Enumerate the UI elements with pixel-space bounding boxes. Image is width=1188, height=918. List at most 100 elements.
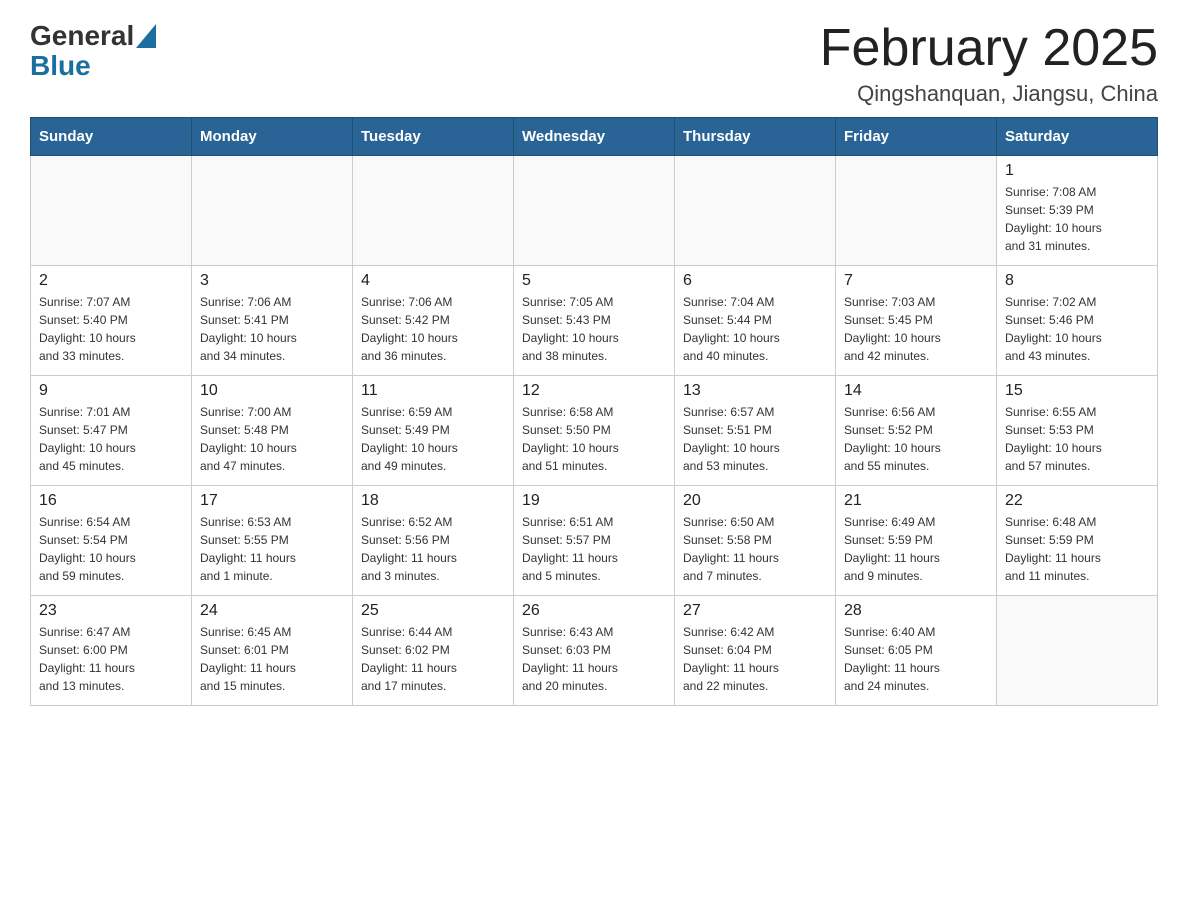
calendar-day-cell: 20Sunrise: 6:50 AM Sunset: 5:58 PM Dayli… [675, 486, 836, 596]
day-info: Sunrise: 6:52 AM Sunset: 5:56 PM Dayligh… [361, 513, 505, 585]
day-info: Sunrise: 6:44 AM Sunset: 6:02 PM Dayligh… [361, 623, 505, 695]
page-header: General Blue February 2025 Qingshanquan,… [30, 20, 1158, 107]
day-number: 7 [844, 272, 988, 290]
day-number: 1 [1005, 162, 1149, 180]
day-info: Sunrise: 7:02 AM Sunset: 5:46 PM Dayligh… [1005, 293, 1149, 365]
day-number: 10 [200, 382, 344, 400]
calendar-day-cell [836, 156, 997, 266]
logo-blue-text: Blue [30, 50, 91, 82]
calendar-day-cell: 3 Sunrise: 7:06 AM Sunset: 5:41 PM Daylig… [192, 266, 353, 376]
calendar-week-row: 23 Sunrise: 6:47 AM Sunset: 6:00 PM Dayli… [31, 596, 1158, 706]
day-number: 8 [1005, 272, 1149, 290]
day-info: Sunrise: 6:55 AM Sunset: 5:53 PM Dayligh… [1005, 403, 1149, 475]
calendar-day-cell: 12 Sunrise: 6:58 AM Sunset: 5:50 PM Dayli… [514, 376, 675, 486]
day-info: Sunrise: 7:06 AM Sunset: 5:42 PM Dayligh… [361, 293, 505, 365]
day-number: 15 [1005, 382, 1149, 400]
day-number: 4 [361, 272, 505, 290]
calendar-day-cell: 16 Sunrise: 6:54 AM Sunset: 5:54 PM Dayli… [31, 486, 192, 596]
calendar-day-cell: 19 Sunrise: 6:51 AM Sunset: 5:57 PM Dayli… [514, 486, 675, 596]
day-info: Sunrise: 6:57 AM Sunset: 5:51 PM Dayligh… [683, 403, 827, 475]
calendar-day-cell: 15 Sunrise: 6:55 AM Sunset: 5:53 PM Dayli… [997, 376, 1158, 486]
calendar-day-cell: 17 Sunrise: 6:53 AM Sunset: 5:55 PM Dayli… [192, 486, 353, 596]
day-number: 23 [39, 602, 183, 620]
day-info: Sunrise: 6:47 AM Sunset: 6:00 PM Dayligh… [39, 623, 183, 695]
day-number: 14 [844, 382, 988, 400]
calendar-day-cell: 8 Sunrise: 7:02 AM Sunset: 5:46 PM Daylig… [997, 266, 1158, 376]
calendar-day-cell: 27 Sunrise: 6:42 AM Sunset: 6:04 PM Dayli… [675, 596, 836, 706]
calendar-day-cell [997, 596, 1158, 706]
day-info: Sunrise: 7:06 AM Sunset: 5:41 PM Dayligh… [200, 293, 344, 365]
calendar-day-cell [192, 156, 353, 266]
day-info: Sunrise: 6:48 AM Sunset: 5:59 PM Dayligh… [1005, 513, 1149, 585]
day-number: 19 [522, 492, 666, 510]
calendar-day-cell: 26 Sunrise: 6:43 AM Sunset: 6:03 PM Dayli… [514, 596, 675, 706]
calendar-day-cell: 23 Sunrise: 6:47 AM Sunset: 6:00 PM Dayli… [31, 596, 192, 706]
day-info: Sunrise: 6:40 AM Sunset: 6:05 PM Dayligh… [844, 623, 988, 695]
calendar-day-header: Tuesday [353, 118, 514, 156]
calendar-day-cell: 4 Sunrise: 7:06 AM Sunset: 5:42 PM Daylig… [353, 266, 514, 376]
logo-triangle-icon [136, 24, 156, 48]
calendar-day-header: Wednesday [514, 118, 675, 156]
calendar-day-cell [514, 156, 675, 266]
day-number: 26 [522, 602, 666, 620]
day-info: Sunrise: 7:04 AM Sunset: 5:44 PM Dayligh… [683, 293, 827, 365]
day-info: Sunrise: 6:58 AM Sunset: 5:50 PM Dayligh… [522, 403, 666, 475]
calendar-day-cell: 18Sunrise: 6:52 AM Sunset: 5:56 PM Dayli… [353, 486, 514, 596]
calendar-day-cell [353, 156, 514, 266]
day-number: 28 [844, 602, 988, 620]
day-number: 17 [200, 492, 344, 510]
day-number: 16 [39, 492, 183, 510]
calendar-day-header: Friday [836, 118, 997, 156]
day-number: 3 [200, 272, 344, 290]
day-info: Sunrise: 7:07 AM Sunset: 5:40 PM Dayligh… [39, 293, 183, 365]
logo: General Blue [30, 20, 156, 82]
location-text: Qingshanquan, Jiangsu, China [820, 81, 1158, 107]
day-number: 5 [522, 272, 666, 290]
calendar-day-cell: 6 Sunrise: 7:04 AM Sunset: 5:44 PM Daylig… [675, 266, 836, 376]
day-info: Sunrise: 7:08 AM Sunset: 5:39 PM Dayligh… [1005, 183, 1149, 255]
day-info: Sunrise: 7:01 AM Sunset: 5:47 PM Dayligh… [39, 403, 183, 475]
day-number: 2 [39, 272, 183, 290]
calendar-day-cell: 9 Sunrise: 7:01 AM Sunset: 5:47 PM Daylig… [31, 376, 192, 486]
day-number: 12 [522, 382, 666, 400]
day-number: 22 [1005, 492, 1149, 510]
calendar-day-cell: 10 Sunrise: 7:00 AM Sunset: 5:48 PM Dayli… [192, 376, 353, 486]
day-number: 11 [361, 382, 505, 400]
day-info: Sunrise: 6:59 AM Sunset: 5:49 PM Dayligh… [361, 403, 505, 475]
day-info: Sunrise: 6:54 AM Sunset: 5:54 PM Dayligh… [39, 513, 183, 585]
calendar-day-cell: 14 Sunrise: 6:56 AM Sunset: 5:52 PM Dayli… [836, 376, 997, 486]
day-info: Sunrise: 6:42 AM Sunset: 6:04 PM Dayligh… [683, 623, 827, 695]
calendar-day-cell: 7Sunrise: 7:03 AM Sunset: 5:45 PM Daylig… [836, 266, 997, 376]
day-info: Sunrise: 6:43 AM Sunset: 6:03 PM Dayligh… [522, 623, 666, 695]
day-info: Sunrise: 6:53 AM Sunset: 5:55 PM Dayligh… [200, 513, 344, 585]
day-number: 6 [683, 272, 827, 290]
day-info: Sunrise: 6:50 AM Sunset: 5:58 PM Dayligh… [683, 513, 827, 585]
calendar-day-cell: 13 Sunrise: 6:57 AM Sunset: 5:51 PM Dayli… [675, 376, 836, 486]
day-number: 9 [39, 382, 183, 400]
calendar-week-row: 1 Sunrise: 7:08 AM Sunset: 5:39 PM Daylig… [31, 156, 1158, 266]
day-info: Sunrise: 6:51 AM Sunset: 5:57 PM Dayligh… [522, 513, 666, 585]
calendar-day-cell: 5Sunrise: 7:05 AM Sunset: 5:43 PM Daylig… [514, 266, 675, 376]
day-info: Sunrise: 6:45 AM Sunset: 6:01 PM Dayligh… [200, 623, 344, 695]
calendar-day-header: Sunday [31, 118, 192, 156]
day-number: 25 [361, 602, 505, 620]
month-title: February 2025 [820, 20, 1158, 77]
calendar-day-cell: 11 Sunrise: 6:59 AM Sunset: 5:49 PM Dayli… [353, 376, 514, 486]
calendar-day-cell: 25 Sunrise: 6:44 AM Sunset: 6:02 PM Dayli… [353, 596, 514, 706]
day-info: Sunrise: 7:00 AM Sunset: 5:48 PM Dayligh… [200, 403, 344, 475]
calendar-day-header: Saturday [997, 118, 1158, 156]
calendar-day-cell: 1 Sunrise: 7:08 AM Sunset: 5:39 PM Daylig… [997, 156, 1158, 266]
day-number: 21 [844, 492, 988, 510]
calendar-day-cell [675, 156, 836, 266]
calendar-week-row: 9 Sunrise: 7:01 AM Sunset: 5:47 PM Daylig… [31, 376, 1158, 486]
calendar-day-cell: 2 Sunrise: 7:07 AM Sunset: 5:40 PM Daylig… [31, 266, 192, 376]
day-number: 27 [683, 602, 827, 620]
calendar-table: SundayMondayTuesdayWednesdayThursdayFrid… [30, 117, 1158, 706]
calendar-day-cell: 21 Sunrise: 6:49 AM Sunset: 5:59 PM Dayli… [836, 486, 997, 596]
calendar-day-cell: 24Sunrise: 6:45 AM Sunset: 6:01 PM Dayli… [192, 596, 353, 706]
calendar-day-cell: 28 Sunrise: 6:40 AM Sunset: 6:05 PM Dayli… [836, 596, 997, 706]
day-number: 13 [683, 382, 827, 400]
day-info: Sunrise: 6:49 AM Sunset: 5:59 PM Dayligh… [844, 513, 988, 585]
day-info: Sunrise: 6:56 AM Sunset: 5:52 PM Dayligh… [844, 403, 988, 475]
calendar-day-header: Thursday [675, 118, 836, 156]
